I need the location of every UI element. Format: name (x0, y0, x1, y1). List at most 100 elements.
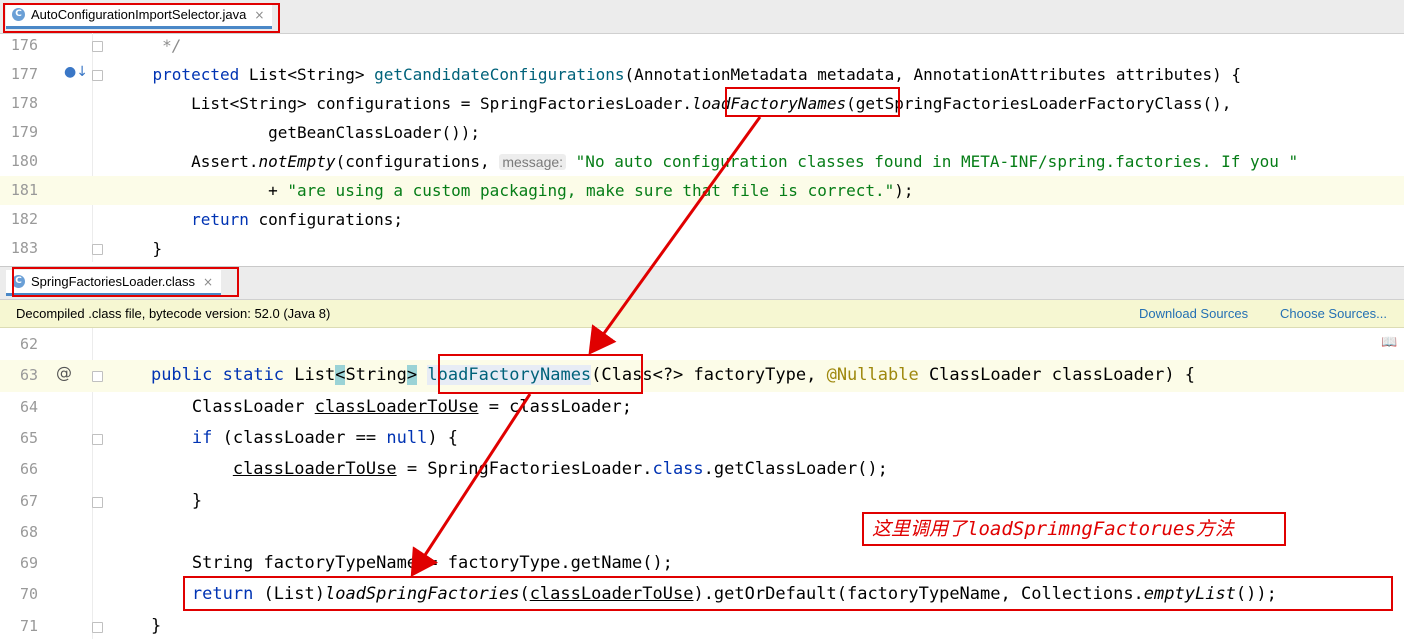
code-token: List<String> configurations = SpringFact… (114, 94, 692, 113)
fold-marker-icon[interactable] (92, 41, 103, 52)
code-text: classLoaderToUse = SpringFactoriesLoader… (110, 454, 888, 485)
code-text: getBeanClassLoader()); (114, 118, 480, 147)
code-token: = SpringFactoriesLoader. (396, 459, 653, 480)
line-number: 62 (19, 335, 38, 353)
line-number: 64 (19, 397, 38, 416)
code-token: > (406, 365, 418, 386)
java-class-icon: C (12, 8, 25, 21)
code-token: getCandidateConfigurations (374, 65, 625, 84)
code-token: Assert. (114, 152, 259, 171)
tab-label: AutoConfigurationImportSelector.java (31, 7, 247, 22)
override-method-icon[interactable]: ●↓ (64, 64, 88, 80)
fold-marker-icon[interactable] (92, 70, 103, 81)
code-token: (AnnotationMetadata metadata, Annotation… (624, 65, 1242, 84)
code-token: static (222, 365, 285, 386)
fold-marker-icon[interactable] (92, 371, 103, 383)
code-line[interactable]: 178 List<String> configurations = Spring… (0, 89, 1404, 118)
code-token: loadFactoryNames (691, 94, 847, 113)
line-number: 71 (19, 616, 38, 635)
code-token: message: (499, 154, 567, 170)
code-token: */ (114, 36, 182, 55)
fold-marker-icon[interactable] (92, 621, 103, 633)
code-line[interactable]: 62 (0, 329, 1404, 360)
line-number: 69 (19, 554, 38, 573)
code-line[interactable]: 64 ClassLoader classLoaderToUse = classL… (0, 392, 1404, 423)
code-line[interactable]: 70 return (List)loadSpringFactories(clas… (0, 579, 1404, 610)
code-token: < (335, 365, 346, 386)
code-line[interactable]: 176 */ (0, 31, 1404, 60)
code-token: (classLoader == (212, 427, 387, 448)
download-sources-link[interactable]: Download Sources (1139, 300, 1248, 327)
code-line[interactable]: 180 Assert.notEmpty(configurations, mess… (0, 147, 1404, 176)
code-text: } (110, 611, 161, 639)
line-number: 65 (19, 428, 38, 447)
code-token: ClassLoader classLoader) { (918, 365, 1196, 386)
code-line[interactable]: 69 String factoryTypeName = factoryType.… (0, 548, 1404, 579)
code-token: } (110, 490, 203, 511)
code-token: loadSpringFactories (324, 584, 520, 605)
code-text: */ (114, 31, 181, 60)
fold-marker-icon[interactable] (92, 244, 103, 255)
decompiled-message: Decompiled .class file, bytecode version… (16, 306, 331, 321)
code-token: public (150, 365, 213, 386)
code-token: ()); (1235, 584, 1277, 605)
code-token: configurations; (248, 210, 403, 229)
editor-pane-auto-config: C AutoConfigurationImportSelector.java ×… (0, 0, 1404, 262)
code-line[interactable]: 183 } (0, 234, 1404, 262)
tab-bar: C AutoConfigurationImportSelector.java × (0, 0, 1404, 34)
line-number: 177 (10, 65, 38, 83)
line-number: 180 (10, 152, 38, 170)
tab-auto-configuration-import-selector[interactable]: C AutoConfigurationImportSelector.java × (6, 3, 273, 29)
code-token: (configurations, (335, 152, 500, 171)
code-token: notEmpty (258, 152, 336, 171)
line-number: 179 (10, 123, 38, 141)
decompiled-notice-bar: Decompiled .class file, bytecode version… (0, 300, 1404, 328)
tab-spring-factories-loader[interactable]: C SpringFactoriesLoader.class × (6, 270, 222, 296)
close-icon[interactable]: × (254, 8, 264, 22)
tab-label: SpringFactoriesLoader.class (31, 274, 196, 289)
code-token: "No auto configuration classes found in … (575, 152, 1299, 171)
code-text: } (114, 234, 163, 262)
line-number: 67 (19, 491, 38, 510)
code-text: } (110, 486, 202, 517)
line-number: 181 (10, 181, 38, 199)
code-token: = classLoader; (478, 396, 632, 417)
choose-sources-link[interactable]: Choose Sources... (1280, 300, 1387, 327)
code-token: + (114, 181, 288, 200)
line-number: 66 (19, 460, 38, 479)
code-line[interactable]: 179 getBeanClassLoader()); (0, 118, 1404, 147)
code-text: + "are using a custom packaging, make su… (114, 176, 914, 205)
code-line[interactable]: 182 return configurations; (0, 205, 1404, 234)
code-line[interactable]: 63 public static List<String> loadFactor… (0, 360, 1404, 392)
fold-marker-icon[interactable] (92, 433, 103, 445)
line-number: 178 (10, 94, 38, 112)
class-file-icon: C (12, 275, 25, 288)
code-line[interactable]: 177 protected List<String> getCandidateC… (0, 60, 1404, 89)
line-number: 63 (19, 366, 38, 385)
fold-marker-icon[interactable] (92, 496, 103, 508)
code-line[interactable]: 71 } (0, 611, 1404, 639)
close-icon[interactable]: × (203, 275, 213, 289)
code-line[interactable]: 65 if (classLoader == null) { (0, 423, 1404, 454)
code-text: protected List<String> getCandidateConfi… (114, 60, 1242, 89)
annotation-marker-icon[interactable]: @ (56, 363, 72, 382)
code-token: classLoaderToUse (232, 459, 397, 480)
code-token: getBeanClassLoader()); (114, 123, 481, 142)
code-token: ( (519, 584, 530, 605)
code-token: ); (894, 181, 914, 200)
reader-mode-icon[interactable]: 📖 (1381, 335, 1397, 350)
code-line[interactable]: 66 classLoaderToUse = SpringFactoriesLoa… (0, 454, 1404, 485)
code-text: public static List<String> loadFactoryNa… (110, 360, 1195, 391)
code-line[interactable]: 181 + "are using a custom packaging, mak… (0, 176, 1404, 205)
code-text: if (classLoader == null) { (110, 423, 458, 454)
line-number: 68 (19, 522, 38, 541)
code-token: classLoaderToUse (314, 396, 479, 417)
code-token: if (191, 427, 213, 448)
code-token: ClassLoader (110, 396, 315, 417)
